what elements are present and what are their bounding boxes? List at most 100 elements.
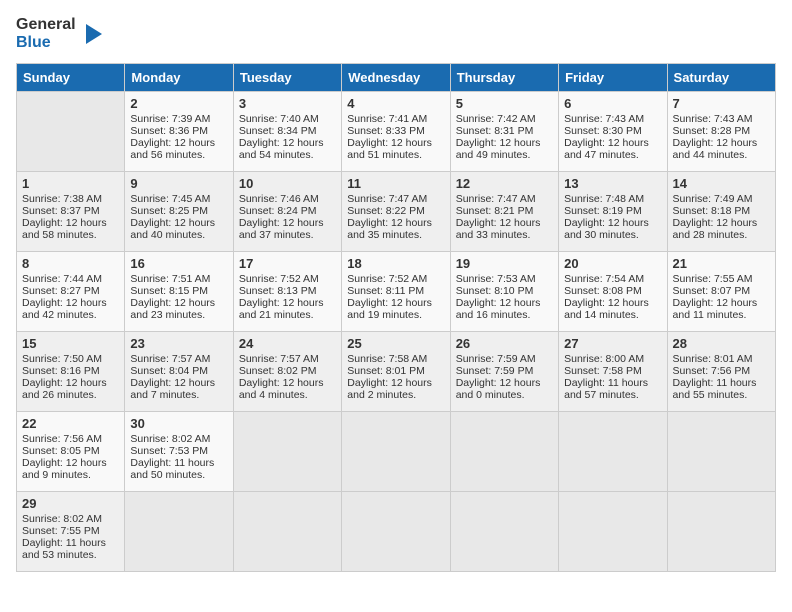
- logo-general: General: [16, 16, 76, 34]
- day-info: Daylight: 12 hours: [130, 297, 227, 309]
- day-info: Daylight: 12 hours: [564, 137, 661, 149]
- day-number: 2: [130, 96, 227, 111]
- day-cell: 20Sunrise: 7:54 AMSunset: 8:08 PMDayligh…: [559, 252, 667, 332]
- day-info: Daylight: 12 hours: [456, 137, 553, 149]
- day-number: 5: [456, 96, 553, 111]
- day-info: Sunset: 8:30 PM: [564, 125, 661, 137]
- day-info: Sunrise: 7:48 AM: [564, 193, 661, 205]
- day-cell: 27Sunrise: 8:00 AMSunset: 7:58 PMDayligh…: [559, 332, 667, 412]
- day-cell: [125, 492, 233, 572]
- day-info: and 2 minutes.: [347, 389, 444, 401]
- day-number: 24: [239, 336, 336, 351]
- day-info: Sunrise: 7:59 AM: [456, 353, 553, 365]
- day-info: Sunrise: 7:41 AM: [347, 113, 444, 125]
- col-header-saturday: Saturday: [667, 64, 775, 92]
- day-cell: [559, 412, 667, 492]
- col-header-tuesday: Tuesday: [233, 64, 341, 92]
- day-number: 10: [239, 176, 336, 191]
- day-info: Sunrise: 7:53 AM: [456, 273, 553, 285]
- day-cell: [233, 412, 341, 492]
- day-number: 1: [22, 176, 119, 191]
- day-info: Sunset: 8:31 PM: [456, 125, 553, 137]
- day-info: Sunrise: 7:40 AM: [239, 113, 336, 125]
- day-info: Daylight: 12 hours: [456, 217, 553, 229]
- col-header-friday: Friday: [559, 64, 667, 92]
- day-cell: 19Sunrise: 7:53 AMSunset: 8:10 PMDayligh…: [450, 252, 558, 332]
- day-info: Sunset: 8:25 PM: [130, 205, 227, 217]
- day-info: and 47 minutes.: [564, 149, 661, 161]
- logo-blue: Blue: [16, 34, 76, 52]
- day-info: Daylight: 12 hours: [239, 137, 336, 149]
- header-row: SundayMondayTuesdayWednesdayThursdayFrid…: [17, 64, 776, 92]
- day-info: and 42 minutes.: [22, 309, 119, 321]
- day-info: Sunset: 7:56 PM: [673, 365, 770, 377]
- week-row-5: 29Sunrise: 8:02 AMSunset: 7:55 PMDayligh…: [17, 492, 776, 572]
- day-info: and 44 minutes.: [673, 149, 770, 161]
- day-number: 17: [239, 256, 336, 271]
- day-info: and 21 minutes.: [239, 309, 336, 321]
- day-info: and 51 minutes.: [347, 149, 444, 161]
- day-cell: [342, 412, 450, 492]
- day-info: Daylight: 12 hours: [239, 297, 336, 309]
- day-info: Daylight: 12 hours: [130, 217, 227, 229]
- day-number: 9: [130, 176, 227, 191]
- week-row-0: 2Sunrise: 7:39 AMSunset: 8:36 PMDaylight…: [17, 92, 776, 172]
- day-info: Sunrise: 7:55 AM: [673, 273, 770, 285]
- day-info: Daylight: 12 hours: [673, 217, 770, 229]
- day-cell: [233, 492, 341, 572]
- day-number: 27: [564, 336, 661, 351]
- day-info: Sunset: 8:37 PM: [22, 205, 119, 217]
- day-info: Daylight: 12 hours: [347, 377, 444, 389]
- day-info: and 55 minutes.: [673, 389, 770, 401]
- day-number: 14: [673, 176, 770, 191]
- day-info: Daylight: 11 hours: [130, 457, 227, 469]
- day-info: and 11 minutes.: [673, 309, 770, 321]
- day-number: 29: [22, 496, 119, 511]
- col-header-thursday: Thursday: [450, 64, 558, 92]
- day-info: Sunrise: 7:47 AM: [347, 193, 444, 205]
- day-info: Sunrise: 7:44 AM: [22, 273, 119, 285]
- day-info: Sunrise: 8:02 AM: [22, 513, 119, 525]
- day-info: Sunrise: 7:42 AM: [456, 113, 553, 125]
- day-info: Daylight: 11 hours: [22, 537, 119, 549]
- week-row-4: 22Sunrise: 7:56 AMSunset: 8:05 PMDayligh…: [17, 412, 776, 492]
- day-info: Sunrise: 7:49 AM: [673, 193, 770, 205]
- day-info: and 35 minutes.: [347, 229, 444, 241]
- day-info: and 50 minutes.: [130, 469, 227, 481]
- day-info: and 28 minutes.: [673, 229, 770, 241]
- day-info: and 57 minutes.: [564, 389, 661, 401]
- day-info: and 19 minutes.: [347, 309, 444, 321]
- day-info: Sunrise: 7:43 AM: [564, 113, 661, 125]
- day-cell: 8Sunrise: 7:44 AMSunset: 8:27 PMDaylight…: [17, 252, 125, 332]
- day-info: and 49 minutes.: [456, 149, 553, 161]
- day-number: 6: [564, 96, 661, 111]
- day-number: 23: [130, 336, 227, 351]
- day-info: Daylight: 12 hours: [130, 137, 227, 149]
- day-info: Sunset: 8:24 PM: [239, 205, 336, 217]
- calendar-table: SundayMondayTuesdayWednesdayThursdayFrid…: [16, 63, 776, 572]
- day-cell: [450, 492, 558, 572]
- logo: General Blue: [16, 16, 108, 51]
- day-info: Sunrise: 7:52 AM: [239, 273, 336, 285]
- day-info: Sunrise: 8:01 AM: [673, 353, 770, 365]
- day-number: 12: [456, 176, 553, 191]
- day-cell: 11Sunrise: 7:47 AMSunset: 8:22 PMDayligh…: [342, 172, 450, 252]
- day-info: Sunset: 7:58 PM: [564, 365, 661, 377]
- day-info: Sunset: 8:27 PM: [22, 285, 119, 297]
- day-info: Sunset: 8:28 PM: [673, 125, 770, 137]
- day-info: Daylight: 11 hours: [564, 377, 661, 389]
- day-info: Sunset: 8:33 PM: [347, 125, 444, 137]
- day-cell: 12Sunrise: 7:47 AMSunset: 8:21 PMDayligh…: [450, 172, 558, 252]
- day-info: Daylight: 12 hours: [22, 217, 119, 229]
- day-info: and 4 minutes.: [239, 389, 336, 401]
- day-cell: 2Sunrise: 7:39 AMSunset: 8:36 PMDaylight…: [125, 92, 233, 172]
- day-info: and 53 minutes.: [22, 549, 119, 561]
- day-info: Sunset: 8:21 PM: [456, 205, 553, 217]
- day-info: Sunset: 8:07 PM: [673, 285, 770, 297]
- page-header: General Blue: [16, 16, 776, 51]
- day-cell: 29Sunrise: 8:02 AMSunset: 7:55 PMDayligh…: [17, 492, 125, 572]
- day-info: Sunset: 7:53 PM: [130, 445, 227, 457]
- day-info: Daylight: 12 hours: [456, 297, 553, 309]
- day-info: Sunset: 8:36 PM: [130, 125, 227, 137]
- day-cell: 1Sunrise: 7:38 AMSunset: 8:37 PMDaylight…: [17, 172, 125, 252]
